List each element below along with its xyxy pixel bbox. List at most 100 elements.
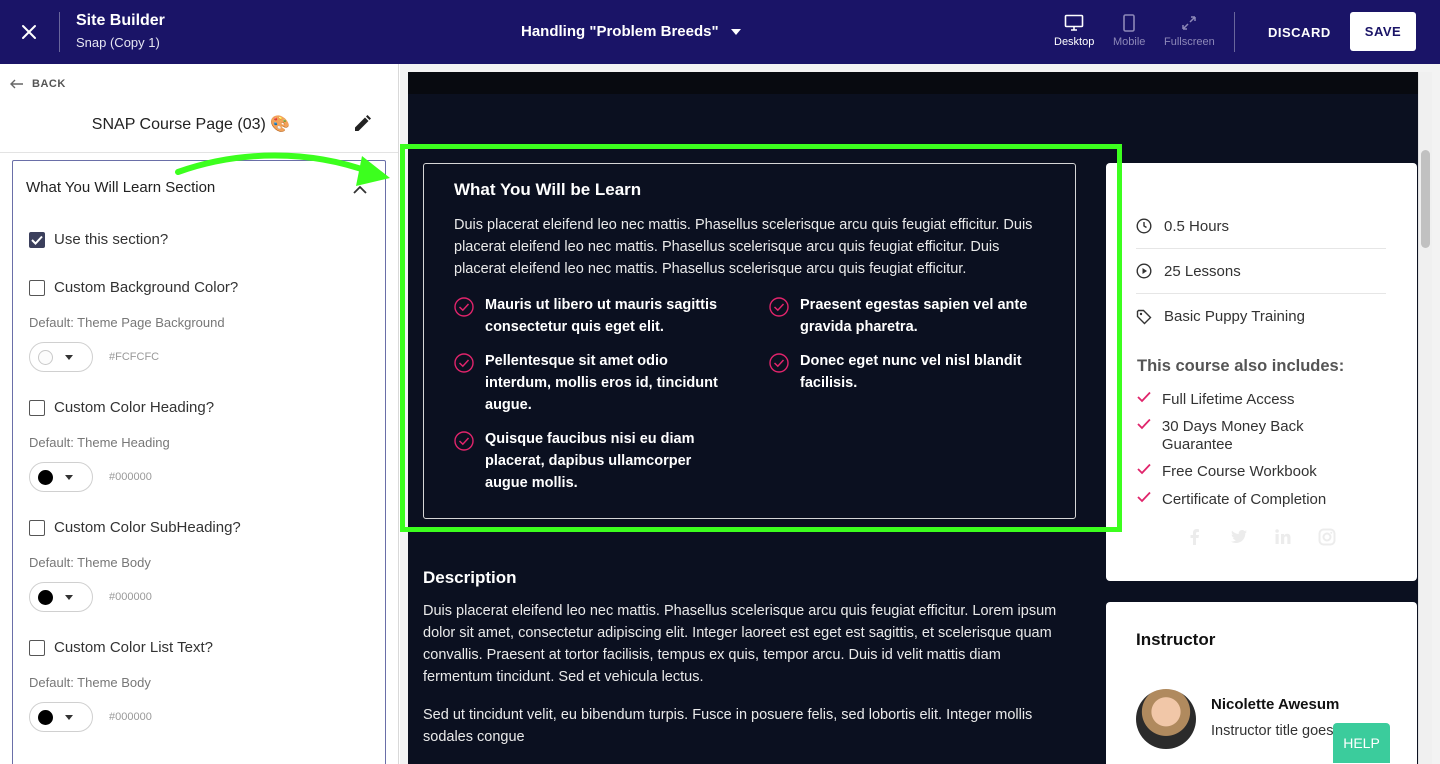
course-category: Basic Puppy Training: [1136, 294, 1386, 339]
includes-item: 30 Days Money Back Guarantee: [1137, 418, 1377, 454]
page-selector[interactable]: Handling "Problem Breeds": [521, 23, 741, 40]
help-button[interactable]: HELP: [1333, 723, 1390, 763]
custom-heading-color-picker[interactable]: [29, 462, 93, 492]
highlight-box: [400, 144, 1122, 532]
discard-button[interactable]: DISCARD: [1268, 25, 1331, 40]
play-circle-icon: [1136, 263, 1152, 279]
custom-list-text-hex: #000000: [109, 711, 152, 723]
instructor-name: Nicolette Awesum: [1211, 696, 1340, 713]
view-mobile-button[interactable]: Mobile: [1113, 14, 1145, 48]
use-section-checkbox[interactable]: [29, 231, 45, 248]
course-lessons-text: 25 Lessons: [1164, 262, 1241, 280]
scrollbar-thumb[interactable]: [1421, 150, 1430, 248]
custom-heading-default: Default: Theme Heading: [29, 435, 170, 450]
custom-heading-hex: #000000: [109, 471, 152, 483]
app-subtitle: Snap (Copy 1): [76, 35, 160, 50]
panel-title: SNAP Course Page (03) 🎨: [0, 114, 398, 134]
custom-list-text-color-picker[interactable]: [29, 702, 93, 732]
view-desktop-label: Desktop: [1054, 36, 1095, 48]
divider: [59, 12, 60, 52]
avatar: [1136, 689, 1196, 749]
chevron-down-icon: [65, 594, 73, 600]
back-label: BACK: [32, 78, 66, 90]
facebook-icon[interactable]: [1186, 528, 1204, 546]
check-icon: [1137, 491, 1151, 503]
custom-subheading-label: Custom Color SubHeading?: [54, 519, 241, 536]
chevron-down-icon: [730, 28, 741, 35]
custom-heading-label: Custom Color Heading?: [54, 399, 215, 416]
custom-heading-checkbox[interactable]: [29, 399, 45, 416]
includes-item-text: Full Lifetime Access: [1162, 391, 1295, 408]
preview-header-strip: [408, 72, 1418, 94]
description-title: Description: [423, 568, 517, 587]
description-paragraph: Sed ut tincidunt velit, eu bibendum turp…: [423, 707, 1033, 745]
chevron-down-icon: [65, 714, 73, 720]
custom-list-text-default: Default: Theme Body: [29, 675, 151, 690]
tag-icon: [1136, 309, 1152, 324]
close-button[interactable]: [14, 17, 44, 47]
chevron-down-icon: [65, 474, 73, 480]
includes-item-text: 30 Days Money Back Guarantee: [1161, 418, 1304, 453]
pencil-icon: [355, 115, 371, 131]
instructor-label: Instructor: [1136, 630, 1216, 649]
course-category-text: Basic Puppy Training: [1164, 308, 1305, 325]
panel-title-text: SNAP Course Page (03) 🎨: [91, 116, 291, 133]
use-section-option[interactable]: Use this section?: [29, 231, 168, 248]
custom-subheading-checkbox[interactable]: [29, 519, 45, 536]
custom-subheading-hex: #000000: [109, 591, 152, 603]
check-icon: [1137, 418, 1151, 430]
custom-bg-hex: #FCFCFC: [109, 351, 160, 363]
custom-bg-checkbox[interactable]: [29, 279, 45, 296]
annotation-arrow-icon: [175, 152, 390, 186]
check-icon: [31, 235, 43, 245]
includes-item: Full Lifetime Access: [1137, 391, 1377, 409]
arrow-left-icon: [10, 79, 23, 89]
custom-heading-option[interactable]: Custom Color Heading?: [29, 399, 214, 416]
check-icon: [1137, 391, 1151, 403]
includes-item-text: Certificate of Completion: [1162, 491, 1327, 508]
chevron-down-icon: [65, 354, 73, 360]
custom-list-text-option[interactable]: Custom Color List Text?: [29, 639, 213, 656]
social-links: [1186, 528, 1336, 546]
view-mobile-label: Mobile: [1113, 36, 1146, 48]
instagram-icon[interactable]: [1318, 528, 1336, 546]
custom-list-text-checkbox[interactable]: [29, 639, 45, 656]
custom-bg-label: Custom Background Color?: [54, 279, 239, 296]
linkedin-icon[interactable]: [1274, 528, 1292, 546]
color-swatch: [38, 589, 53, 605]
desktop-icon: [1064, 14, 1084, 31]
color-swatch: [38, 469, 53, 485]
course-lessons: 25 Lessons: [1136, 249, 1386, 294]
view-desktop-button[interactable]: Desktop: [1054, 14, 1094, 48]
includes-item-text: Free Course Workbook: [1162, 463, 1317, 480]
custom-subheading-option[interactable]: Custom Color SubHeading?: [29, 519, 241, 536]
page-selector-label: Handling "Problem Breeds": [521, 23, 719, 40]
custom-bg-default: Default: Theme Page Background: [29, 315, 225, 330]
course-hours-text: 0.5 Hours: [1164, 217, 1230, 235]
app-title: Site Builder: [76, 12, 165, 29]
color-swatch: [38, 349, 53, 365]
course-info-card: 0.5 Hours 25 Lessons Basic Puppy Trainin…: [1106, 163, 1417, 581]
close-icon: [22, 25, 36, 39]
view-fullscreen-label: Fullscreen: [1164, 36, 1215, 48]
edit-button[interactable]: [352, 114, 372, 139]
custom-bg-color-picker[interactable]: [29, 342, 93, 372]
includes-item: Certificate of Completion: [1137, 491, 1377, 509]
mobile-icon: [1123, 14, 1136, 32]
divider: [1234, 12, 1235, 52]
custom-subheading-color-picker[interactable]: [29, 582, 93, 612]
twitter-icon[interactable]: [1230, 528, 1248, 546]
includes-item: Free Course Workbook: [1137, 463, 1377, 481]
custom-bg-option[interactable]: Custom Background Color?: [29, 279, 238, 296]
custom-list-text-label: Custom Color List Text?: [54, 639, 213, 656]
includes-title: This course also includes:: [1137, 357, 1345, 375]
course-hours: 0.5 Hours: [1136, 204, 1386, 249]
clock-icon: [1136, 218, 1152, 234]
check-icon: [1137, 463, 1151, 475]
back-button[interactable]: BACK: [10, 78, 66, 90]
preview-scrollbar[interactable]: [1418, 72, 1432, 764]
save-button[interactable]: SAVE: [1350, 12, 1416, 51]
custom-subheading-default: Default: Theme Body: [29, 555, 151, 570]
use-section-label: Use this section?: [54, 231, 169, 248]
view-fullscreen-button[interactable]: Fullscreen: [1164, 14, 1215, 48]
